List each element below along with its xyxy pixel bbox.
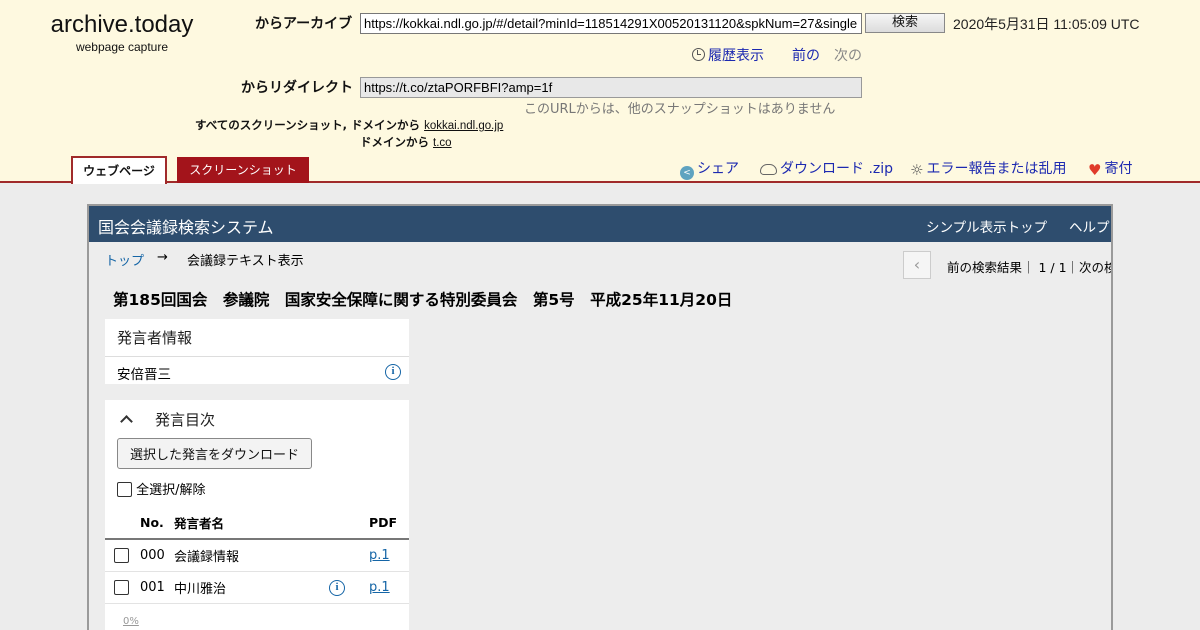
- select-all-label[interactable]: 全選択/解除: [136, 483, 205, 498]
- logo-subtitle: webpage capture: [75, 40, 169, 54]
- toc-header[interactable]: 発言目次: [105, 400, 409, 433]
- next-link: 次の: [834, 48, 862, 64]
- table-row[interactable]: 001 中川雅治 i p.1: [105, 571, 409, 604]
- download-label[interactable]: ダウンロード .zip: [780, 161, 893, 177]
- breadcrumb-current: 会議録テキスト表示: [187, 254, 304, 269]
- all-screenshots-line: すべてのスクリーンショット, ドメインから kokkai.ndl.go.jp: [195, 117, 503, 133]
- history-link[interactable]: 履歴表示: [692, 45, 764, 65]
- row-speaker-name[interactable]: 中川雅治: [174, 571, 329, 604]
- domain-label-1: ドメインから: [351, 118, 421, 132]
- speaker-info-panel: 発言者情報 安倍晋三 i: [105, 319, 409, 384]
- cloud-download-icon: [760, 164, 777, 175]
- toc-title: 発言目次: [155, 411, 216, 429]
- report-action[interactable]: ☼ エラー報告または乱用: [910, 158, 1066, 179]
- archived-page-frame: 国会会議録検索システム シンプル表示トップ ヘルプ トップ → 会議録テキスト表…: [87, 204, 1113, 630]
- download-selected-button[interactable]: 選択した発言をダウンロード: [117, 438, 313, 469]
- domain-link-kokkai[interactable]: kokkai.ndl.go.jp: [424, 120, 503, 132]
- meeting-title: 第185回国会 参議院 国家安全保障に関する特別委員会 第5号 平成25年11月…: [113, 291, 733, 309]
- report-label[interactable]: エラー報告または乱用: [926, 161, 1066, 177]
- col-pdf: PDF: [369, 508, 409, 540]
- result-pager[interactable]: 前の検索結果｜ 1 / 1｜次の検: [947, 257, 1111, 276]
- archive-from-label: からアーカイブ: [255, 16, 353, 32]
- select-all-row[interactable]: 全選択/解除: [105, 469, 409, 498]
- redirect-url-field: https://t.co/ztaPORFBFI?amp=1f: [360, 77, 862, 98]
- redirect-label: からリダイレクト: [241, 80, 353, 96]
- no-snapshots-note: このURLからは、他のスナップショットはありません: [524, 102, 836, 117]
- share-label[interactable]: シェア: [697, 161, 739, 177]
- chevron-up-icon[interactable]: [120, 415, 133, 428]
- site-header-bar: 国会会議録検索システム シンプル表示トップ ヘルプ: [89, 206, 1111, 242]
- site-title[interactable]: 国会会議録検索システム: [98, 214, 274, 238]
- lightbulb-icon: ☼: [910, 161, 924, 179]
- col-speaker: 発言者名: [174, 508, 329, 540]
- share-action[interactable]: < シェア: [680, 158, 739, 180]
- capture-datetime: 2020年5月31日 11:05:09 UTC: [953, 16, 1140, 32]
- row-checkbox[interactable]: [114, 547, 129, 563]
- history-label[interactable]: 履歴表示: [708, 48, 764, 64]
- speaker-row: 安倍晋三 i: [105, 357, 409, 387]
- row-no: 000: [140, 539, 174, 572]
- toc-panel: 発言目次 選択した発言をダウンロード 全選択/解除 No. 発言者名 PDF 0…: [105, 400, 409, 630]
- speaker-panel-title: 発言者情報: [105, 319, 409, 357]
- select-all-checkbox[interactable]: [117, 482, 132, 497]
- row-pdf-link[interactable]: p.1: [369, 580, 390, 595]
- domain-line-2: ドメインから t.co: [360, 134, 452, 150]
- speech-table: No. 発言者名 PDF 000 会議録情報 p.1 001 中川雅治 i p.…: [105, 508, 409, 604]
- table-header-row: No. 発言者名 PDF: [105, 508, 409, 540]
- logo-name[interactable]: archive.today: [48, 11, 196, 39]
- nav-simple-top[interactable]: シンプル表示トップ: [926, 216, 1047, 236]
- chevron-left-icon: ‹: [913, 255, 921, 274]
- breadcrumb-top[interactable]: トップ: [105, 254, 144, 269]
- archive-header: archive.today webpage capture からアーカイブ ht…: [0, 0, 1200, 184]
- progress-label: 0%: [123, 616, 139, 627]
- row-checkbox[interactable]: [114, 579, 129, 595]
- share-icon: <: [680, 166, 694, 180]
- donate-label[interactable]: 寄付: [1104, 161, 1132, 177]
- speaker-name: 安倍晋三: [117, 367, 171, 383]
- table-row[interactable]: 000 会議録情報 p.1: [105, 539, 409, 572]
- row-no: 001: [140, 571, 174, 604]
- row-pdf-link[interactable]: p.1: [369, 548, 390, 563]
- archive-url-input[interactable]: https://kokkai.ndl.go.jp/#/detail?minId=…: [360, 13, 862, 34]
- all-screenshots-label: すべてのスクリーンショット,: [195, 118, 348, 132]
- tab-webpage[interactable]: ウェブページ: [71, 156, 167, 184]
- domain-label-2: ドメインから: [360, 135, 429, 149]
- info-icon[interactable]: i: [329, 580, 345, 596]
- prev-result-button[interactable]: ‹: [903, 251, 931, 279]
- prev-link[interactable]: 前の: [792, 48, 820, 64]
- search-button[interactable]: 検索: [865, 13, 945, 33]
- breadcrumb-arrow: →: [157, 250, 168, 265]
- row-speaker-name[interactable]: 会議録情報: [174, 539, 329, 572]
- clock-icon: [692, 48, 705, 61]
- nav-help[interactable]: ヘルプ: [1069, 216, 1110, 236]
- download-action[interactable]: ダウンロード .zip: [760, 158, 893, 178]
- heart-icon: ♥: [1088, 161, 1102, 179]
- donate-action[interactable]: ♥ 寄付: [1088, 158, 1132, 179]
- domain-link-tco[interactable]: t.co: [433, 137, 452, 149]
- col-no: No.: [140, 508, 174, 540]
- info-icon[interactable]: i: [385, 364, 401, 380]
- tab-screenshot[interactable]: スクリーンショット: [177, 157, 309, 183]
- archive-logo[interactable]: archive.today webpage capture: [48, 11, 196, 54]
